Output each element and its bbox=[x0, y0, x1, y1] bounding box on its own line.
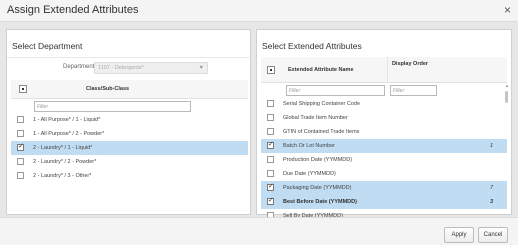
row-checkbox[interactable] bbox=[17, 116, 24, 123]
row-checkbox[interactable] bbox=[267, 196, 274, 205]
select-department-title: Select Department bbox=[12, 41, 83, 51]
row-checkbox[interactable] bbox=[267, 140, 274, 149]
class-filter-input[interactable]: Filter bbox=[34, 101, 191, 112]
close-icon[interactable]: × bbox=[504, 3, 511, 17]
vertical-scrollbar[interactable]: ▲ bbox=[505, 83, 509, 211]
attribute-rows: Serial Shipping Container Code Global Tra… bbox=[261, 97, 507, 223]
table-row[interactable]: Serial Shipping Container Code bbox=[261, 97, 507, 111]
row-checkbox[interactable] bbox=[267, 170, 274, 177]
filter-row: Filter bbox=[11, 99, 248, 113]
table-row[interactable]: 1 - All Purpose* / 1 - Liquid* bbox=[11, 113, 248, 127]
table-row[interactable]: Global Trade Item Number bbox=[261, 111, 507, 125]
table-header: Class/Sub-Class bbox=[11, 80, 248, 99]
row-label: 1 - All Purpose* / 1 - Liquid* bbox=[33, 117, 101, 123]
dialog-body: Select Department Department 1107 - Dete… bbox=[0, 22, 518, 219]
department-value: 1107 - Detergents* bbox=[98, 65, 144, 71]
scroll-up-icon[interactable]: ▲ bbox=[505, 83, 509, 88]
row-label: 2 - Laundry* / 3 - Other* bbox=[33, 173, 92, 179]
row-label: 1 - All Purpose* / 2 - Powder* bbox=[33, 131, 105, 137]
table-row[interactable]: Production Date (YYMMDD) bbox=[261, 153, 507, 167]
row-label: Batch Or Lot Number bbox=[283, 143, 335, 149]
row-label: Best Before Date (YYMMDD) bbox=[283, 199, 357, 205]
select-extended-attributes-panel: Select Extended Attributes Extended Attr… bbox=[256, 29, 512, 219]
select-all-checkbox[interactable] bbox=[19, 85, 27, 93]
row-label: Serial Shipping Container Code bbox=[283, 101, 361, 107]
row-checkbox[interactable] bbox=[267, 114, 274, 121]
row-checkbox[interactable] bbox=[17, 172, 24, 179]
row-label: Global Trade Item Number bbox=[283, 115, 348, 121]
dialog-footer: Apply Cancel bbox=[0, 217, 518, 245]
table-row[interactable]: GTIN of Contained Trade Items bbox=[261, 125, 507, 139]
display-order-value: 3 bbox=[489, 199, 493, 205]
row-checkbox[interactable] bbox=[17, 142, 24, 151]
apply-button[interactable]: Apply bbox=[444, 227, 474, 243]
select-department-panel: Select Department Department 1107 - Dete… bbox=[6, 29, 251, 215]
table-header: Extended Attribute Name Display Order bbox=[261, 57, 507, 83]
department-select[interactable]: 1107 - Detergents* ▼ bbox=[94, 62, 208, 74]
dialog-title-bar: Assign Extended Attributes × bbox=[0, 0, 518, 22]
display-order-value: 7 bbox=[489, 185, 493, 191]
scroll-thumb[interactable] bbox=[505, 91, 508, 103]
row-checkbox[interactable] bbox=[267, 128, 274, 135]
row-checkbox[interactable] bbox=[267, 100, 274, 107]
table-row[interactable]: 1 - All Purpose* / 2 - Powder* bbox=[11, 127, 248, 141]
class-rows: 1 - All Purpose* / 1 - Liquid* 1 - All Pu… bbox=[11, 113, 248, 183]
table-row[interactable]: Due Date (YYMMDD) bbox=[261, 167, 507, 181]
chevron-down-icon: ▼ bbox=[198, 65, 204, 71]
row-label: GTIN of Contained Trade Items bbox=[283, 129, 360, 135]
attribute-name-header: Extended Attribute Name bbox=[288, 67, 354, 73]
divider bbox=[7, 57, 250, 58]
row-checkbox[interactable] bbox=[17, 130, 24, 137]
row-checkbox[interactable] bbox=[17, 158, 24, 165]
cancel-button[interactable]: Cancel bbox=[478, 227, 508, 243]
table-row[interactable]: 2 - Laundry* / 1 - Liquid* bbox=[11, 141, 248, 155]
display-order-header: Display Order bbox=[391, 61, 429, 67]
table-row[interactable]: Packaging Date (YYMMDD) 7 bbox=[261, 181, 507, 195]
select-all-checkbox[interactable] bbox=[267, 66, 275, 74]
row-label: Due Date (YYMMDD) bbox=[283, 171, 336, 177]
department-label: Department bbox=[63, 64, 95, 70]
row-label: 2 - Laundry* / 2 - Powder* bbox=[33, 159, 97, 165]
row-checkbox[interactable] bbox=[267, 182, 274, 191]
select-extended-attributes-title: Select Extended Attributes bbox=[262, 41, 362, 51]
table-row[interactable]: Best Before Date (YYMMDD) 3 bbox=[261, 195, 507, 209]
order-filter-input[interactable]: Filter bbox=[390, 85, 437, 96]
row-checkbox[interactable] bbox=[267, 156, 274, 163]
column-divider bbox=[387, 57, 388, 82]
row-label: 2 - Laundry* / 1 - Liquid* bbox=[33, 145, 93, 151]
attribute-filter-input[interactable]: Filter bbox=[286, 85, 385, 96]
extended-attributes-table: Extended Attribute Name Display Order Fi… bbox=[261, 57, 507, 223]
table-row[interactable]: 2 - Laundry* / 2 - Powder* bbox=[11, 155, 248, 169]
row-label: Packaging Date (YYMMDD) bbox=[283, 185, 352, 191]
filter-row: Filter Filter bbox=[261, 83, 507, 97]
row-label: Production Date (YYMMDD) bbox=[283, 157, 353, 163]
class-subclass-header: Class/Sub-Class bbox=[86, 86, 130, 92]
display-order-value: 1 bbox=[489, 143, 493, 149]
table-row[interactable]: Batch Or Lot Number 1 bbox=[261, 139, 507, 153]
class-subclass-table: Class/Sub-Class Filter 1 - All Purpose* … bbox=[11, 80, 248, 183]
table-row[interactable]: 2 - Laundry* / 3 - Other* bbox=[11, 169, 248, 183]
dialog-title: Assign Extended Attributes bbox=[7, 4, 139, 16]
assign-extended-attributes-dialog: Assign Extended Attributes × Select Depa… bbox=[0, 0, 518, 245]
